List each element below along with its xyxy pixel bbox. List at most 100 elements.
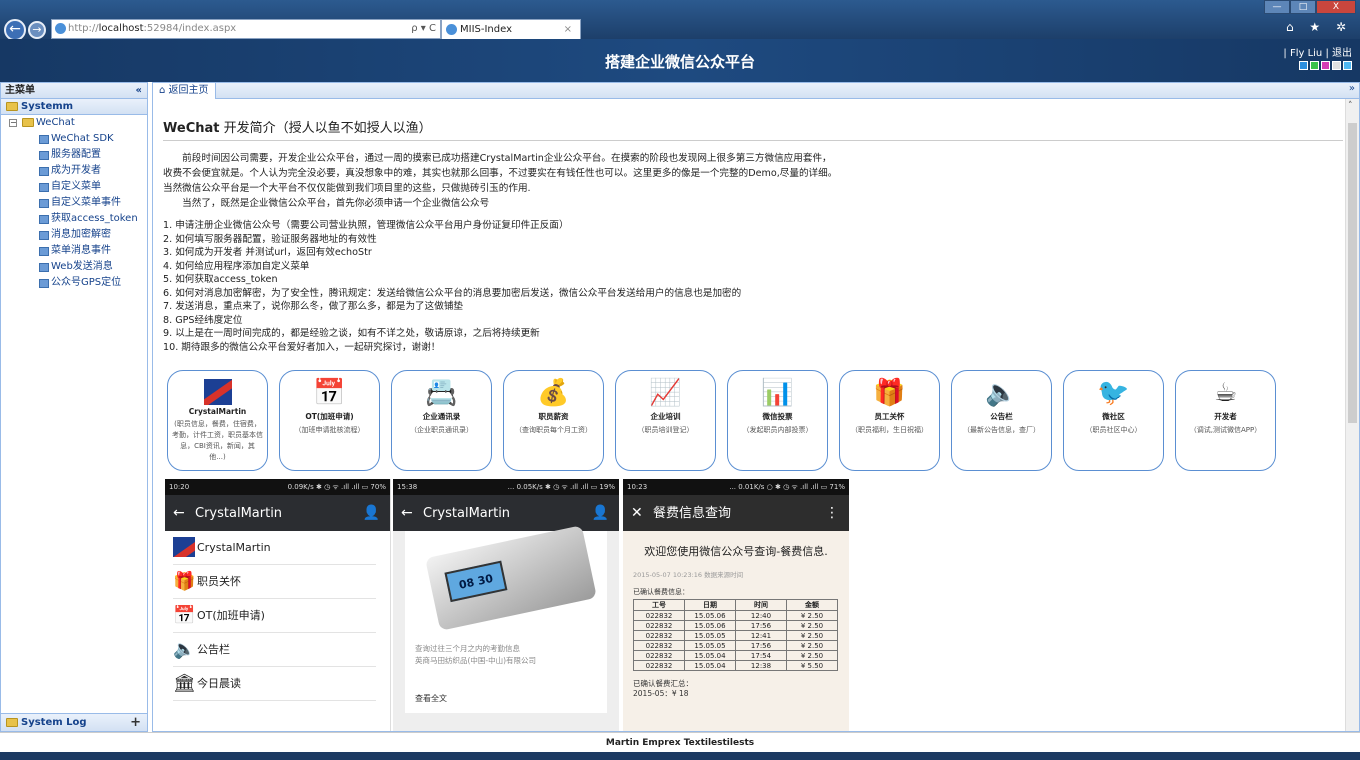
tree-node-wechat[interactable]: − WeChat [1, 115, 147, 131]
table-row: 022832 15.05.04 12:38 ¥ 5.50 [633, 660, 838, 671]
scrollbar-thumb[interactable] [1348, 123, 1357, 423]
address-tools[interactable]: ρ ▾ C [411, 20, 436, 38]
theme-swatch[interactable] [1343, 61, 1352, 70]
collapse-node-icon[interactable]: − [9, 119, 17, 127]
feature-card[interactable]: ☕ 开发者 （调试,测试微信APP） [1175, 370, 1276, 471]
vertical-scrollbar[interactable]: ˄ [1345, 99, 1359, 731]
system-log-header[interactable]: System Log + [1, 713, 147, 731]
browser-toolbar-icons[interactable]: ⌂ ★ ✲ [1286, 20, 1352, 34]
folder-open-icon [22, 118, 34, 127]
sidebar-item-label: 获取access_token [51, 213, 138, 224]
card-title: 公告栏 [990, 412, 1013, 421]
meal-table-header: 工号 日期 时间 金额 [633, 599, 838, 611]
sidebar-item[interactable]: 菜单消息事件 [1, 243, 147, 259]
expand-icon[interactable]: + [130, 714, 141, 731]
browser-tab[interactable]: MIIS-Index × [441, 19, 581, 39]
user-icon: 👤 [362, 505, 380, 521]
sidebar-item[interactable]: 公众号GPS定位 [1, 275, 147, 291]
page-icon [39, 199, 49, 208]
phone-title: CrystalMartin [423, 506, 511, 521]
phone-menu-item: 🎁 职员关怀 [173, 565, 376, 599]
card-title: 微社区 [1102, 412, 1125, 421]
feature-card[interactable]: 🎁 员工关怀 （职员福利，生日祝福） [839, 370, 940, 471]
user-links[interactable]: | Fly Liu | 退出 [1283, 44, 1352, 59]
feature-card[interactable]: 📊 微信投票 （发起职员内部投票） [727, 370, 828, 471]
sidebar-item[interactable]: 自定义菜单 [1, 179, 147, 195]
url-host: localhost [98, 23, 144, 34]
feature-card[interactable]: 📅 OT(加班申请) （加班申请批核流程） [279, 370, 380, 471]
feature-card[interactable]: 🔈 公告栏 （最新公告信息，查厂） [951, 370, 1052, 471]
sidebar-item[interactable]: Web发送消息 [1, 259, 147, 275]
speaker-icon: 🔈 [173, 639, 196, 660]
app-header: 搭建企业微信公众平台 | Fly Liu | 退出 [0, 39, 1360, 82]
phone-time: 15:38 [397, 483, 418, 491]
back-arrow-icon: ← [173, 505, 185, 521]
theme-swatch[interactable] [1332, 61, 1341, 70]
card-subtitle: （最新公告信息，查厂） [963, 426, 1040, 434]
sidebar-item[interactable]: 自定义菜单事件 [1, 195, 147, 211]
meal-col-header: 工号 [633, 599, 685, 611]
theme-swatch[interactable] [1310, 61, 1319, 70]
tab-scroll-icon[interactable]: » [1349, 83, 1355, 94]
tab-home[interactable]: ⌂ 返回主页 [153, 83, 216, 99]
collapse-sidebar-icon[interactable]: « [136, 83, 142, 98]
phone-menu-item: 📅 OT(加班申请) [173, 599, 376, 633]
crystalmartin-logo [203, 379, 232, 405]
sidebar-item[interactable]: 服务器配置 [1, 147, 147, 163]
card-title: 微信投票 [762, 412, 793, 421]
tab-close-icon[interactable]: × [564, 20, 572, 39]
close-window-button[interactable]: X [1316, 0, 1356, 14]
attendance-card: 08 30 查询过往三个月之内的考勤信息 英商马田纺织品(中国-中山)有限公司 … [405, 525, 607, 713]
phone-status-icons: ... 0.01K/s ○ ✱ ◷ ᯤ .ıll .ıll ▭ 71% [729, 483, 845, 491]
sidebar-item[interactable]: 消息加密解密 [1, 227, 147, 243]
feature-card[interactable]: 📇 企业通讯录 （企业职员通讯录） [391, 370, 492, 471]
phone-menu-item: 🏛 今日晨读 [173, 667, 376, 701]
address-bar[interactable]: http://localhost:52984/index.aspx ρ ▾ C [51, 19, 441, 39]
system-group-header[interactable]: Systemm [1, 99, 147, 115]
sidebar-item[interactable]: 获取access_token [1, 211, 147, 227]
system-group-label: Systemm [21, 101, 74, 112]
calendar-check-icon: 📅 [313, 378, 346, 408]
card-title: 企业培训 [650, 412, 681, 421]
user-icon: 👤 [591, 505, 609, 521]
sidebar-item[interactable]: 成为开发者 [1, 163, 147, 179]
theme-swatch[interactable] [1299, 61, 1308, 70]
theme-swatch[interactable] [1321, 61, 1330, 70]
forward-button[interactable]: → [28, 21, 46, 39]
presentation-icon: 📈 [649, 378, 682, 408]
table-row: 022832 15.05.06 17:56 ¥ 2.50 [633, 620, 838, 631]
table-row: 022832 15.05.06 12:40 ¥ 2.50 [633, 610, 838, 621]
feature-card[interactable]: 💰 职员薪资 （查询职员每个月工资） [503, 370, 604, 471]
attendance-desc: 查询过往三个月之内的考勤信息 [415, 644, 520, 653]
minimize-button[interactable]: — [1264, 0, 1290, 14]
sidebar-item[interactable]: WeChat SDK [1, 131, 147, 147]
phone-screenshot-menu: 10:20 0.09K/s ✱ ◷ ᯤ .ıll .ıll ▭ 70% ← Crys… [165, 479, 391, 731]
main-panel: ⌂ 返回主页 » ˄ WeChat 开发简介（授人以鱼不如授人以渔） 前段时间因… [152, 82, 1360, 732]
sidebar-item-label: 菜单消息事件 [51, 245, 111, 256]
crystalmartin-logo [173, 537, 195, 557]
company-name: 英商马田纺织品(中国-中山)有限公司 [415, 656, 537, 665]
feature-card[interactable]: 🐦 微社区 （职员社区中心） [1063, 370, 1164, 471]
page-icon [39, 183, 49, 192]
tab-title: MIIS-Index [460, 24, 513, 35]
sidebar-item-label: 成为开发者 [51, 165, 101, 176]
table-cell: ¥ 2.50 [786, 650, 838, 661]
card-subtitle: （调试,测试微信APP） [1189, 426, 1262, 434]
page-icon [39, 231, 49, 240]
page-icon [39, 215, 49, 224]
feature-cards: CrystalMartin (职员信息，餐费，住宿费，考勤，计件工资，职员基本信息… [167, 370, 1276, 471]
meal-summary: 已确认餐费汇总： 2015-05：¥ 18 [633, 679, 849, 699]
phone-status-icons: ... 0.05K/s ✱ ◷ ᯤ .ıll .ıll ▭ 19% [507, 483, 615, 491]
feature-card[interactable]: 📈 企业培训 （职员培训登记） [615, 370, 716, 471]
card-title: 职员薪资 [538, 412, 569, 421]
page-icon [39, 167, 49, 176]
meal-col-header: 金额 [786, 599, 838, 611]
scroll-up-icon[interactable]: ˄ [1348, 101, 1353, 111]
feature-card[interactable]: CrystalMartin (职员信息，餐费，住宿费，考勤，计件工资，职员基本信息… [167, 370, 268, 471]
steps-list: 1. 申请注册企业微信公众号（需要公司营业执照，管理微信公众平台用户身份证复印件… [163, 219, 1333, 354]
step-item: 1. 申请注册企业微信公众号（需要公司营业执照，管理微信公众平台用户身份证复印件… [163, 220, 569, 231]
wechat-tree: − WeChat [1, 115, 147, 131]
maximize-button[interactable]: □ [1290, 0, 1316, 14]
card-subtitle: (职员信息，餐费，住宿费，考勤，计件工资，职员基本信息，CBI资讯，新闻，其他.… [172, 420, 263, 461]
back-button[interactable]: ← [4, 19, 26, 41]
